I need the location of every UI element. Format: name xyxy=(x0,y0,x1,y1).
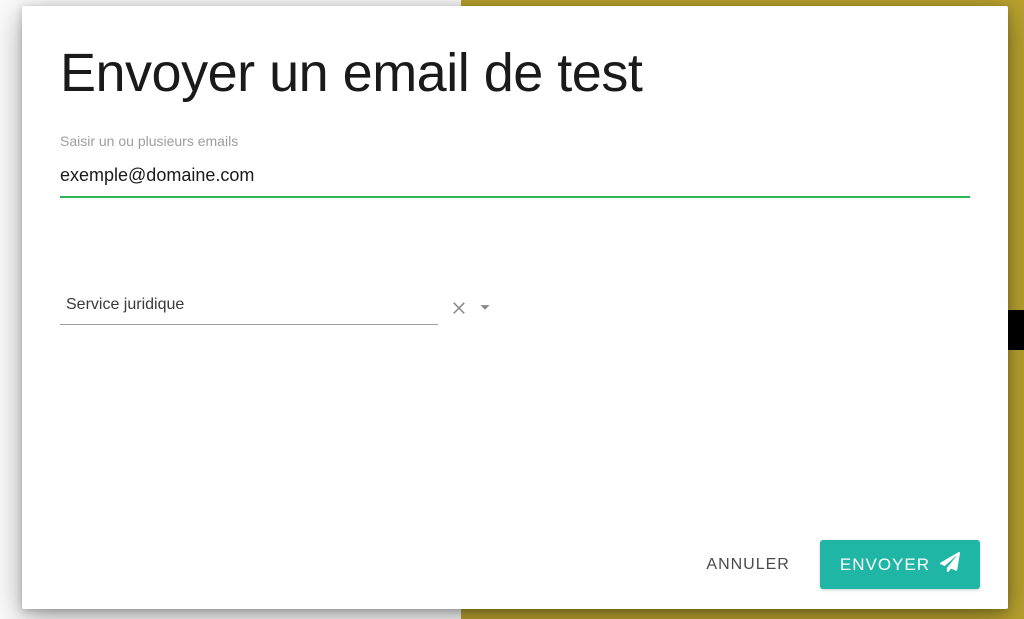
modal-body: Envoyer un email de test Saisir un ou pl… xyxy=(22,6,1008,522)
send-button-label: ENVOYER xyxy=(840,555,930,575)
modal-footer: ANNULER ENVOYER xyxy=(22,522,1008,609)
email-field-label: Saisir un ou plusieurs emails xyxy=(60,133,970,149)
send-test-email-modal: Envoyer un email de test Saisir un ou pl… xyxy=(22,6,1008,609)
modal-title: Envoyer un email de test xyxy=(60,44,970,103)
clear-icon[interactable] xyxy=(450,298,468,316)
paper-plane-icon xyxy=(940,552,960,577)
chevron-down-icon[interactable] xyxy=(474,296,496,318)
select-controls xyxy=(450,296,496,318)
cancel-button[interactable]: ANNULER xyxy=(698,546,797,584)
email-input[interactable] xyxy=(60,159,970,198)
recipient-select-input[interactable] xyxy=(60,288,438,325)
recipient-select-wrap xyxy=(60,288,438,325)
recipient-select-row xyxy=(60,288,970,325)
send-button[interactable]: ENVOYER xyxy=(820,540,980,589)
